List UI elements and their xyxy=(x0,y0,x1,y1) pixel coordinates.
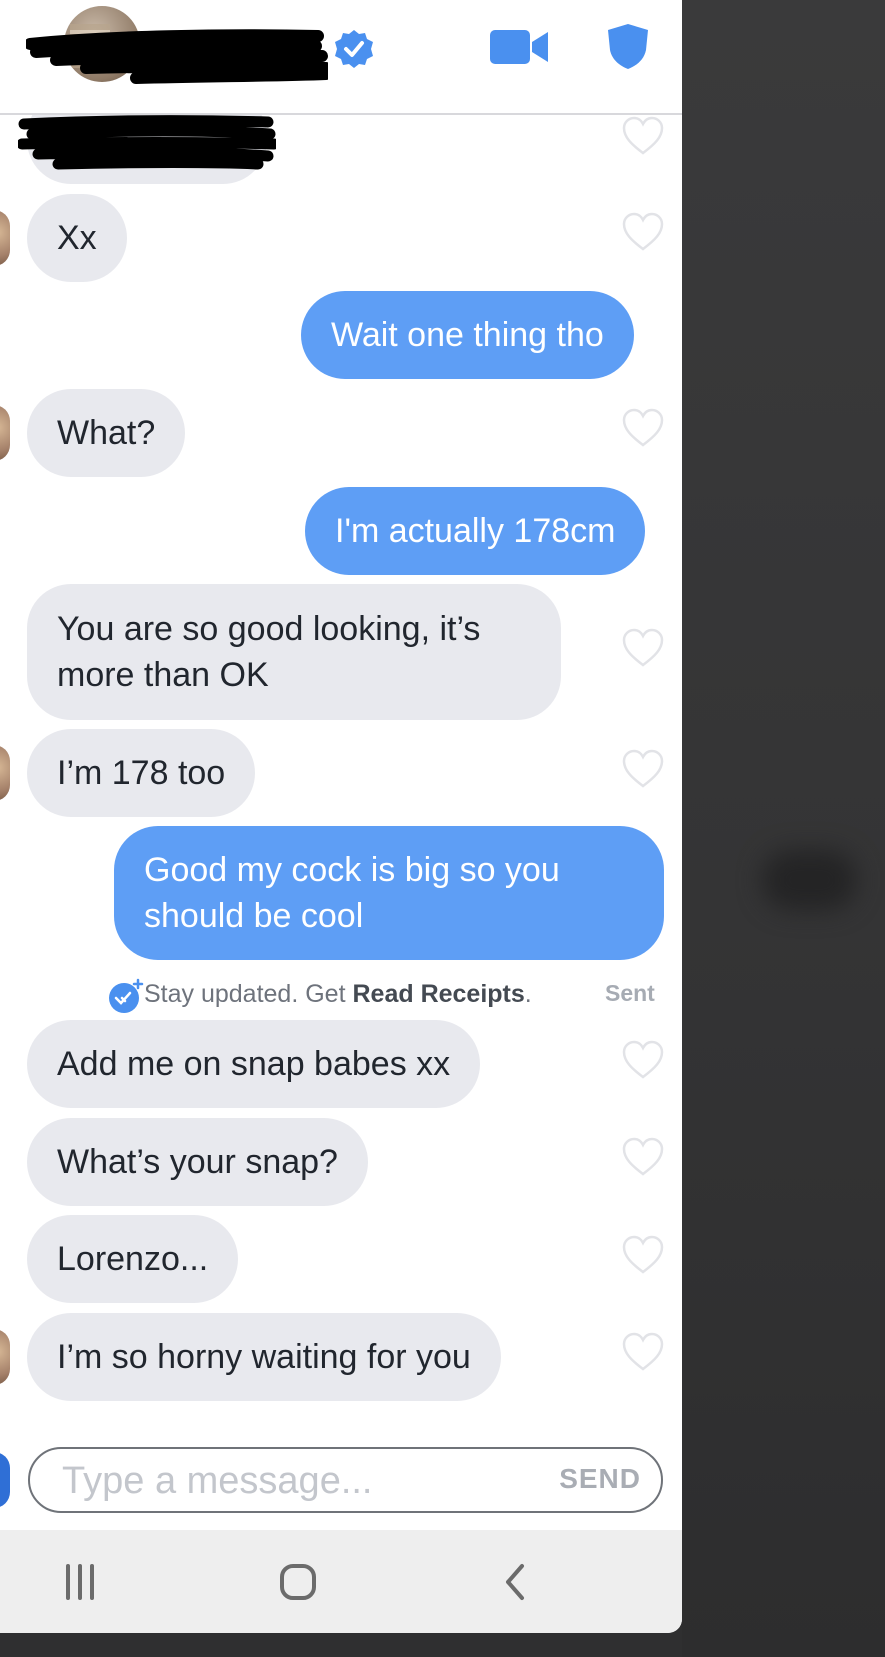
gif-button[interactable] xyxy=(0,1452,10,1508)
message-bubble-incoming: I’m so horny waiting for you xyxy=(27,1313,501,1401)
sender-avatar xyxy=(0,745,10,801)
like-heart-icon[interactable] xyxy=(621,1235,665,1275)
sender-avatar xyxy=(0,405,10,461)
chat-header xyxy=(0,0,682,115)
like-heart-icon[interactable] xyxy=(621,749,665,789)
message-bubble-incoming: Add me on snap babes xx xyxy=(27,1020,481,1108)
message-bubble-outgoing: Wait one thing tho xyxy=(301,291,634,379)
message-bubble-incoming: What’s your snap? xyxy=(27,1118,368,1206)
like-heart-icon[interactable] xyxy=(621,1040,665,1080)
like-heart-icon[interactable] xyxy=(621,628,665,668)
like-heart-icon[interactable] xyxy=(621,408,665,448)
message-bubble-incoming: I’m 178 too xyxy=(27,729,256,817)
message-bubble-incoming: What? xyxy=(27,389,186,477)
redaction-scribble xyxy=(26,29,328,84)
message-bubble-incoming: Lorenzo... xyxy=(27,1215,239,1303)
home-icon[interactable] xyxy=(278,1562,318,1602)
message-bubble-incoming: Xx xyxy=(27,194,127,282)
like-heart-icon[interactable] xyxy=(621,1137,665,1177)
back-icon[interactable] xyxy=(500,1562,530,1602)
message-bubble-outgoing: I'm actually 178cm xyxy=(305,487,646,575)
receipt-suffix: . xyxy=(524,980,532,1008)
message-bubble-outgoing: Good my cock is big so you should be coo… xyxy=(114,826,664,960)
like-heart-icon[interactable] xyxy=(621,1332,665,1372)
video-call-icon[interactable] xyxy=(490,28,550,66)
message-bubble-incoming: You are so good looking, it’s more than … xyxy=(27,584,561,720)
sender-avatar xyxy=(0,210,10,266)
like-heart-icon[interactable] xyxy=(621,212,665,252)
android-nav-bar xyxy=(0,1530,682,1633)
redaction-scribble xyxy=(18,115,276,170)
read-receipts-link[interactable]: Read Receipts xyxy=(352,980,524,1008)
read-receipt-icon xyxy=(109,978,144,1013)
dark-background xyxy=(682,0,885,1657)
chat-screen: Xx Wait one thing tho What? I'm actually… xyxy=(0,0,682,1633)
sender-avatar xyxy=(0,1329,10,1385)
sent-status: Sent xyxy=(605,980,655,1006)
shield-icon[interactable] xyxy=(606,22,650,70)
recent-apps-icon[interactable] xyxy=(63,1562,97,1602)
receipt-text: Stay updated. Get xyxy=(144,980,353,1008)
message-input[interactable] xyxy=(60,1457,504,1505)
message-composer: SEND xyxy=(28,1447,663,1513)
like-heart-icon[interactable] xyxy=(621,116,665,156)
verified-badge-icon xyxy=(335,30,373,68)
send-button[interactable]: SEND xyxy=(559,1463,641,1495)
